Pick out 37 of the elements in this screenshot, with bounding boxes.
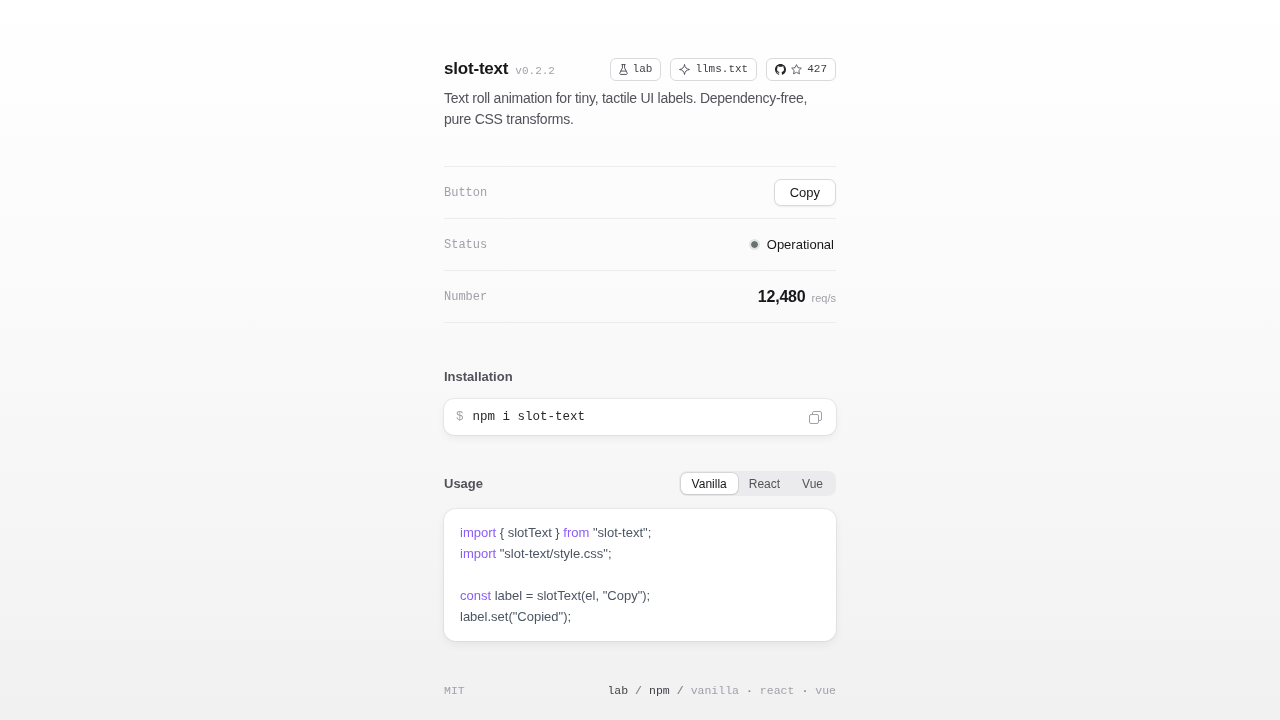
code-line: label.set("Copied"); [460, 608, 573, 626]
code-line: import "slot-text/style.css"; [460, 545, 613, 563]
sparkle-icon [679, 63, 691, 75]
footer-separator: · [745, 684, 753, 697]
github-icon [775, 63, 787, 75]
description-text: Text roll animation for tiny, tactile UI labels. Dependency-free, pure CSS transforms. [444, 89, 809, 129]
row-label: Number [444, 289, 488, 304]
star-icon [791, 63, 803, 75]
framework-tab[interactable]: Vue [791, 473, 834, 494]
copy-command-button[interactable] [809, 410, 822, 424]
lab-link[interactable]: lab [609, 57, 662, 81]
row-label: Status [444, 237, 488, 252]
copy-button[interactable]: Copy [773, 179, 836, 206]
metric-value: 12,480 [757, 287, 806, 306]
framework-tab[interactable]: Vanilla [680, 473, 738, 494]
llms-txt-link[interactable]: llms.txt [670, 57, 758, 81]
flask-icon [618, 63, 628, 75]
code-line: const label = slotText(el, "Copy"); [460, 587, 652, 605]
footer-separator: / [635, 684, 642, 697]
package-title: slot-text [444, 58, 509, 80]
github-stars-link[interactable]: 427 [766, 57, 836, 81]
section-heading: Usage [444, 474, 484, 493]
version-label: v0.2.2 [515, 65, 555, 77]
unit-label: req/s [811, 291, 836, 304]
footer-separator: · [801, 684, 809, 697]
install-command: npm i slot-text [472, 410, 586, 424]
footer-separator: / [676, 684, 684, 697]
copy-icon [809, 410, 822, 424]
prompt-symbol: $ [456, 410, 464, 424]
footer-link[interactable]: lab [607, 684, 629, 697]
status-text: Operational [766, 237, 834, 252]
license-label: MIT [444, 684, 465, 697]
footer-link[interactable]: npm [649, 684, 670, 697]
framework-tab[interactable]: React [737, 473, 792, 494]
section-heading: Installation [444, 368, 513, 386]
row-label: Button [444, 185, 488, 200]
code-line: import { slotText } from "slot-text"; [460, 524, 653, 542]
